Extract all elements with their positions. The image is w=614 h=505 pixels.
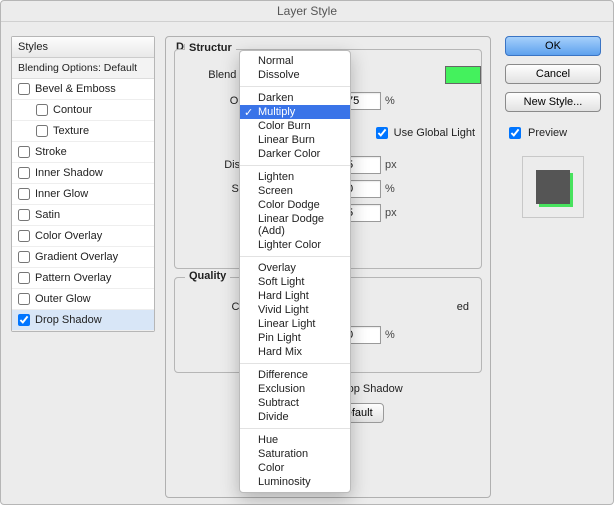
- style-label: Contour: [53, 104, 92, 116]
- style-label: Texture: [53, 125, 89, 137]
- style-checkbox[interactable]: [18, 188, 30, 200]
- style-label: Bevel & Emboss: [35, 83, 116, 95]
- style-checkbox[interactable]: [18, 293, 30, 305]
- preview-swatch: [522, 156, 584, 218]
- style-checkbox[interactable]: [18, 146, 30, 158]
- menu-item-color[interactable]: Color: [240, 461, 350, 475]
- style-checkbox[interactable]: [18, 272, 30, 284]
- menu-item-screen[interactable]: Screen: [240, 184, 350, 198]
- noise-unit: %: [385, 329, 395, 341]
- preview-label: Preview: [528, 127, 567, 139]
- style-checkbox[interactable]: [18, 251, 30, 263]
- style-checkbox[interactable]: [18, 314, 30, 326]
- menu-item-linear-burn[interactable]: Linear Burn: [240, 133, 350, 147]
- menu-item-vivid-light[interactable]: Vivid Light: [240, 303, 350, 317]
- style-checkbox[interactable]: [18, 83, 30, 95]
- style-label: Gradient Overlay: [35, 251, 118, 263]
- style-label: Satin: [35, 209, 60, 221]
- right-column: OK Cancel New Style... Preview: [505, 36, 601, 218]
- menu-item-exclusion[interactable]: Exclusion: [240, 382, 350, 396]
- menu-item-difference[interactable]: Difference: [240, 368, 350, 382]
- menu-item-hue[interactable]: Hue: [240, 433, 350, 447]
- menu-item-dissolve[interactable]: Dissolve: [240, 68, 350, 82]
- style-checkbox[interactable]: [18, 230, 30, 242]
- window-title: Layer Style: [1, 1, 613, 22]
- quality-legend: Quality: [185, 270, 230, 282]
- style-label: Inner Glow: [35, 188, 88, 200]
- menu-item-divide[interactable]: Divide: [240, 410, 350, 424]
- menu-item-linear-dodge-add-[interactable]: Linear Dodge (Add): [240, 212, 350, 238]
- style-label: Drop Shadow: [35, 314, 102, 326]
- use-global-light-input[interactable]: [376, 127, 388, 139]
- menu-item-linear-light[interactable]: Linear Light: [240, 317, 350, 331]
- menu-item-soft-light[interactable]: Soft Light: [240, 275, 350, 289]
- menu-item-color-burn[interactable]: Color Burn: [240, 119, 350, 133]
- structure-legend: Structur: [185, 42, 236, 54]
- style-row-stroke[interactable]: Stroke: [12, 142, 154, 163]
- style-row-pattern-overlay[interactable]: Pattern Overlay: [12, 268, 154, 289]
- spread-unit: %: [385, 183, 395, 195]
- menu-separator: [240, 86, 350, 87]
- styles-panel: Styles Blending Options: Default Bevel &…: [11, 36, 155, 332]
- window-content: Styles Blending Options: Default Bevel &…: [1, 22, 613, 504]
- use-global-light-checkbox[interactable]: Use Global Light: [372, 124, 475, 142]
- menu-item-multiply[interactable]: Multiply: [240, 105, 350, 119]
- styles-header[interactable]: Styles: [12, 37, 154, 58]
- style-row-drop-shadow[interactable]: Drop Shadow: [12, 310, 154, 331]
- style-checkbox[interactable]: [18, 167, 30, 179]
- menu-separator: [240, 428, 350, 429]
- menu-separator: [240, 256, 350, 257]
- style-checkbox[interactable]: [36, 125, 48, 137]
- style-checkbox[interactable]: [36, 104, 48, 116]
- style-label: Color Overlay: [35, 230, 102, 242]
- menu-separator: [240, 165, 350, 166]
- preview-thumbnail: [536, 170, 570, 204]
- style-row-contour[interactable]: Contour: [12, 100, 154, 121]
- style-row-texture[interactable]: Texture: [12, 121, 154, 142]
- blend-mode-menu[interactable]: NormalDissolveDarkenMultiplyColor BurnLi…: [239, 50, 351, 493]
- style-row-outer-glow[interactable]: Outer Glow: [12, 289, 154, 310]
- styles-list: Bevel & Emboss Contour Texture Stroke Inner …: [12, 79, 154, 331]
- menu-item-saturation[interactable]: Saturation: [240, 447, 350, 461]
- menu-item-hard-light[interactable]: Hard Light: [240, 289, 350, 303]
- antialiased-tail: ed: [457, 301, 469, 313]
- new-style-button[interactable]: New Style...: [505, 92, 601, 112]
- menu-item-hard-mix[interactable]: Hard Mix: [240, 345, 350, 359]
- layer-style-window: Layer Style Styles Blending Options: Def…: [0, 0, 614, 505]
- preview-checkbox[interactable]: Preview: [505, 124, 601, 142]
- use-global-light-label: Use Global Light: [394, 127, 475, 139]
- size-unit: px: [385, 207, 397, 219]
- style-checkbox[interactable]: [18, 209, 30, 221]
- menu-item-subtract[interactable]: Subtract: [240, 396, 350, 410]
- style-row-gradient-overlay[interactable]: Gradient Overlay: [12, 247, 154, 268]
- distance-unit: px: [385, 159, 397, 171]
- menu-separator: [240, 363, 350, 364]
- ok-button[interactable]: OK: [505, 36, 601, 56]
- style-label: Stroke: [35, 146, 67, 158]
- menu-item-color-dodge[interactable]: Color Dodge: [240, 198, 350, 212]
- style-row-bevel-emboss[interactable]: Bevel & Emboss: [12, 79, 154, 100]
- menu-item-lighter-color[interactable]: Lighter Color: [240, 238, 350, 252]
- style-row-inner-shadow[interactable]: Inner Shadow: [12, 163, 154, 184]
- menu-item-lighten[interactable]: Lighten: [240, 170, 350, 184]
- menu-item-darken[interactable]: Darken: [240, 91, 350, 105]
- style-row-color-overlay[interactable]: Color Overlay: [12, 226, 154, 247]
- style-label: Inner Shadow: [35, 167, 103, 179]
- menu-item-luminosity[interactable]: Luminosity: [240, 475, 350, 489]
- menu-item-normal[interactable]: Normal: [240, 54, 350, 68]
- cancel-button[interactable]: Cancel: [505, 64, 601, 84]
- style-row-satin[interactable]: Satin: [12, 205, 154, 226]
- opacity-unit: %: [385, 95, 395, 107]
- menu-item-pin-light[interactable]: Pin Light: [240, 331, 350, 345]
- menu-item-darker-color[interactable]: Darker Color: [240, 147, 350, 161]
- style-label: Pattern Overlay: [35, 272, 111, 284]
- blending-options-row[interactable]: Blending Options: Default: [12, 58, 154, 79]
- preview-input[interactable]: [509, 127, 521, 139]
- style-label: Outer Glow: [35, 293, 91, 305]
- menu-item-overlay[interactable]: Overlay: [240, 261, 350, 275]
- style-row-inner-glow[interactable]: Inner Glow: [12, 184, 154, 205]
- shadow-color-swatch[interactable]: [445, 66, 481, 84]
